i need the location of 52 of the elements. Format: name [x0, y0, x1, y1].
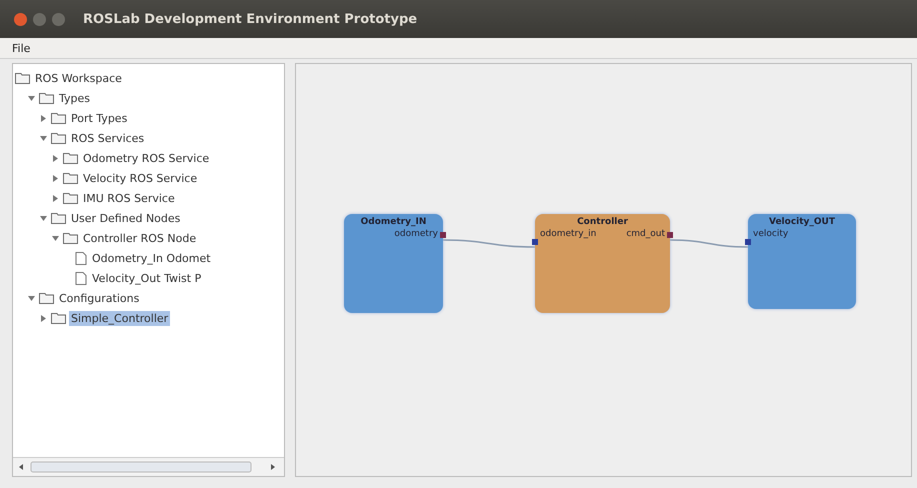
folder-icon	[63, 152, 78, 164]
tree-item[interactable]: IMU ROS Service	[81, 190, 177, 206]
folder-icon	[51, 312, 66, 324]
tree-item[interactable]: Controller ROS Node	[81, 230, 198, 246]
folder-icon	[39, 292, 54, 304]
port-label: odometry	[394, 229, 438, 239]
folder-icon	[63, 172, 78, 184]
folder-icon	[63, 192, 78, 204]
expander-icon[interactable]	[51, 174, 60, 182]
node-block[interactable]: Odometry_IN odometry	[344, 214, 443, 313]
tree-item[interactable]: ROS Services	[69, 130, 146, 146]
expander-icon[interactable]	[39, 134, 48, 142]
expander-icon[interactable]	[51, 234, 60, 242]
expander-icon[interactable]	[27, 94, 36, 102]
tree-item[interactable]: Odometry ROS Service	[81, 150, 212, 166]
folder-icon	[51, 112, 66, 124]
folder-icon	[51, 132, 66, 144]
input-port-icon[interactable]	[745, 239, 751, 245]
node-title: Controller	[576, 217, 629, 227]
tree-item[interactable]: Odometry_In Odomet	[90, 250, 213, 266]
expander-icon[interactable]	[51, 154, 60, 162]
node-block[interactable]: Velocity_OUT velocity	[748, 214, 856, 309]
folder-icon	[51, 212, 66, 224]
expander-icon[interactable]	[39, 114, 48, 122]
folder-icon	[39, 92, 54, 104]
window-title: ROSLab Development Environment Prototype	[83, 12, 418, 26]
tree-item[interactable]: Simple_Controller	[69, 310, 170, 326]
tree-item[interactable]: Port Types	[69, 110, 130, 126]
tree-item[interactable]: ROS Workspace	[33, 70, 124, 86]
node-title: Velocity_OUT	[768, 217, 836, 227]
expander-icon[interactable]	[51, 194, 60, 202]
menu-item[interactable]: File	[8, 42, 34, 54]
tree-item[interactable]: Velocity ROS Service	[81, 170, 200, 186]
horizontal-scrollbar[interactable]	[13, 457, 284, 476]
tree-item[interactable]: Configurations	[57, 290, 142, 306]
node-title: Odometry_IN	[360, 217, 428, 227]
expander-icon[interactable]	[39, 314, 48, 322]
node-block[interactable]: Controller odometry_in cmd_out	[535, 214, 670, 313]
file-icon	[75, 272, 87, 284]
folder-icon	[15, 72, 30, 84]
tree-item[interactable]: User Defined Nodes	[69, 210, 182, 226]
port-label: velocity	[753, 229, 788, 239]
tree-item[interactable]: Velocity_Out Twist P	[90, 270, 204, 286]
tree-item[interactable]: Types	[57, 90, 92, 106]
input-port-icon[interactable]	[532, 239, 538, 245]
port-label: cmd_out	[626, 229, 665, 239]
close-icon[interactable]	[14, 12, 27, 26]
folder-icon	[63, 232, 78, 244]
port-label: odometry_in	[540, 229, 596, 239]
expander-icon[interactable]	[39, 214, 48, 222]
expander-icon[interactable]	[27, 294, 36, 302]
file-icon	[75, 252, 87, 264]
